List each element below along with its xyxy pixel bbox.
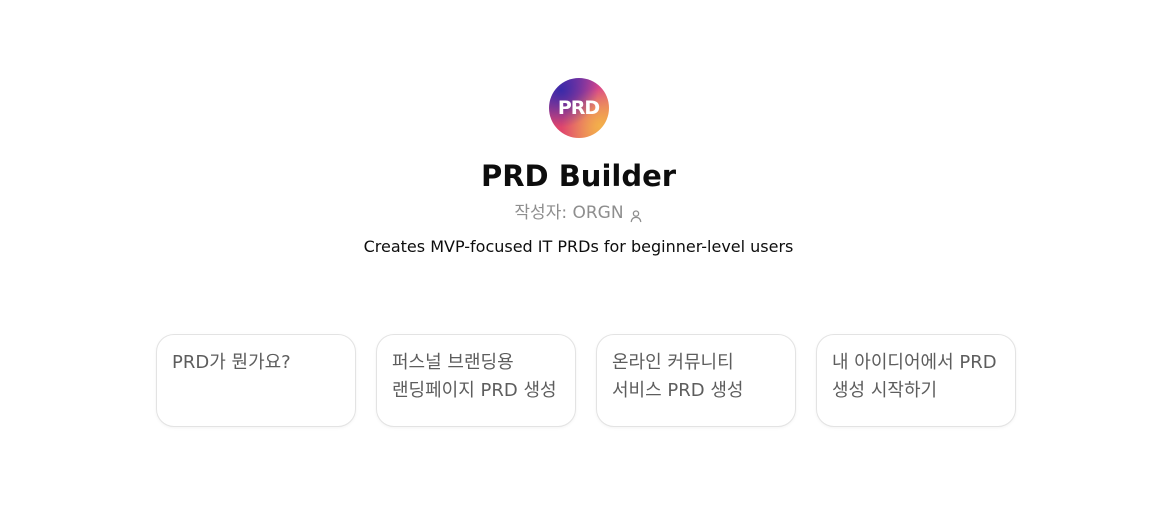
starter-card-label: 퍼스널 브랜딩용 랜딩페이지 PRD 생성 (392, 352, 557, 401)
gpt-title: PRD Builder (480, 159, 677, 193)
conversation-starters: PRD가 뭔가요? 퍼스널 브랜딩용 랜딩페이지 PRD 생성 온라인 커뮤니티… (156, 334, 1016, 427)
starter-card-label: 내 아이디어에서 PRD 생성 시작하기 (832, 352, 997, 401)
starter-card[interactable]: PRD가 뭔가요? (156, 334, 356, 427)
gpt-author-label: 작성자: ORGN (514, 203, 624, 223)
person-icon (629, 206, 643, 223)
starter-card-label: PRD가 뭔가요? (172, 352, 291, 373)
starter-card[interactable]: 온라인 커뮤니티 서비스 PRD 생성 (596, 334, 796, 427)
gpt-landing: PRD PRD Builder 작성자: ORGN Creates MVP-fo… (0, 0, 1157, 513)
gpt-author[interactable]: 작성자: ORGN (514, 201, 642, 225)
starter-card[interactable]: 퍼스널 브랜딩용 랜딩페이지 PRD 생성 (376, 334, 576, 427)
starter-card[interactable]: 내 아이디어에서 PRD 생성 시작하기 (816, 334, 1016, 427)
gpt-header: PRD PRD Builder 작성자: ORGN Creates MVP-fo… (0, 78, 1157, 259)
starter-card-label: 온라인 커뮤니티 서비스 PRD 생성 (612, 352, 744, 401)
gpt-logo-text: PRD (557, 97, 600, 119)
gpt-description: Creates MVP-focused IT PRDs for beginner… (363, 237, 794, 256)
gpt-logo: PRD (548, 78, 609, 138)
